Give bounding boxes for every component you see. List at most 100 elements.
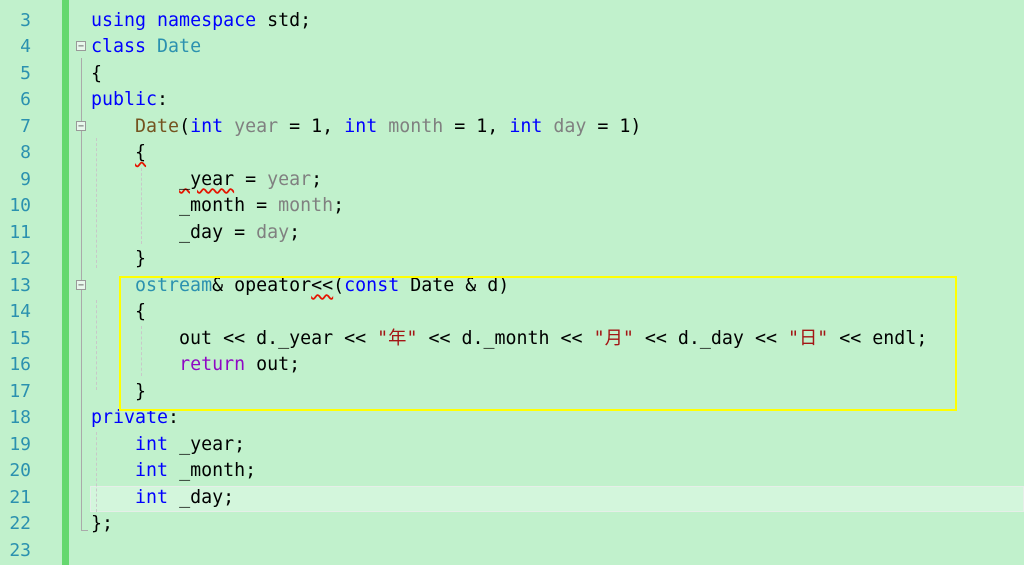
code-text: _day = day; — [91, 220, 300, 247]
line-number: 12 — [9, 248, 31, 269]
code-token: int — [190, 115, 224, 137]
code-text: Date(int year = 1, int month = 1, int da… — [91, 114, 641, 141]
code-line[interactable]: 11 _day = day; — [0, 220, 1024, 247]
code-line[interactable]: 2 #include<iostream> — [0, 0, 1024, 8]
code-text: _year = year; — [91, 167, 322, 194]
code-token: : — [157, 89, 169, 110]
code-line[interactable]: 12 } — [0, 246, 1024, 273]
code-token: _day = — [91, 221, 257, 243]
code-token: year — [267, 168, 312, 190]
code-token: = 1, — [278, 115, 345, 137]
line-number: 5 — [20, 62, 31, 84]
code-line[interactable]: 9 _year = year; — [0, 167, 1024, 194]
code-token: _month = — [91, 195, 279, 216]
line-number: 3 — [20, 9, 31, 31]
code-line[interactable]: 5{ — [0, 61, 1024, 88]
code-text: public: — [91, 87, 168, 114]
code-line[interactable]: 10 _month = month; — [0, 193, 1024, 220]
code-token: = 1, — [443, 115, 510, 137]
code-token: ( — [179, 115, 191, 137]
line-number: 19 — [9, 433, 31, 455]
code-token: day — [256, 221, 290, 243]
code-token: = — [234, 168, 268, 190]
code-token: ; — [311, 168, 323, 190]
code-token: class — [91, 36, 147, 57]
code-token: day — [553, 115, 587, 137]
code-token: month — [278, 195, 334, 216]
code-token: Date — [135, 115, 180, 137]
line-number: 6 — [20, 89, 31, 110]
code-line[interactable]: 8 { — [0, 140, 1024, 167]
code-token: int — [135, 433, 169, 455]
line-number: 9 — [20, 168, 31, 190]
code-text: } — [91, 246, 146, 273]
code-line[interactable]: 7 − Date(int year = 1, int month = 1, int… — [0, 114, 1024, 141]
line-number: 8 — [20, 142, 31, 163]
code-line[interactable]: 19 int _year; — [0, 432, 1024, 459]
code-token: { — [91, 62, 103, 84]
code-text: class Date — [91, 34, 201, 61]
collapse-icon[interactable]: − — [76, 279, 86, 290]
line-number: 18 — [9, 407, 31, 428]
code-token: = 1) — [586, 115, 642, 137]
code-token: ; — [333, 195, 345, 216]
code-line[interactable]: 22}; — [0, 511, 1024, 538]
code-text: #include<iostream> — [91, 0, 289, 8]
code-token: int — [135, 486, 169, 508]
code-line[interactable]: 4 − class Date — [0, 34, 1024, 61]
highlight-box — [119, 276, 957, 411]
code-token: _day; — [168, 486, 235, 508]
code-line[interactable]: 6 public: — [0, 87, 1024, 114]
line-number: 16 — [9, 354, 31, 375]
collapse-icon[interactable]: − — [76, 120, 86, 131]
line-number: 17 — [9, 380, 31, 402]
code-token: } — [91, 248, 147, 269]
line-number: 7 — [20, 115, 31, 137]
line-number: 22 — [9, 513, 31, 534]
collapse-icon[interactable]: − — [76, 41, 86, 52]
code-token: namespace — [157, 9, 257, 31]
code-token: }; — [91, 513, 114, 534]
code-token: _year — [179, 168, 235, 190]
code-line[interactable]: 3 using namespace std; — [0, 8, 1024, 35]
code-text: int _month; — [91, 458, 256, 485]
line-number: 20 — [9, 460, 31, 481]
code-text: int _year; — [91, 432, 245, 459]
line-number: 2 — [0, 0, 31, 8]
code-line[interactable]: 20 int _month; — [0, 458, 1024, 485]
line-number: 10 — [9, 195, 31, 216]
code-token: int — [509, 115, 543, 137]
line-number: 11 — [9, 221, 31, 243]
code-token: { — [135, 142, 147, 163]
code-token: std; — [256, 9, 312, 31]
code-token: year — [234, 115, 279, 137]
code-token: _month; — [168, 460, 257, 481]
code-token: month — [388, 115, 444, 137]
line-number: 14 — [9, 301, 31, 322]
code-token: int — [135, 460, 169, 481]
line-number: 13 — [9, 274, 31, 296]
code-token: _year; — [168, 433, 246, 455]
code-token: #include — [91, 0, 179, 4]
code-token: public — [91, 89, 158, 110]
code-text: }; — [91, 511, 113, 538]
code-line[interactable]: 23 — [0, 538, 1024, 565]
code-text: int _day; — [91, 485, 234, 512]
code-line[interactable]: 21 int _day; — [0, 485, 1024, 512]
code-token: Date — [157, 36, 202, 57]
line-number: 4 — [20, 36, 31, 57]
code-text: using namespace std; — [91, 8, 311, 35]
code-text: _month = month; — [91, 193, 344, 220]
code-token: <iostream> — [179, 0, 289, 4]
line-number: 23 — [9, 539, 31, 561]
